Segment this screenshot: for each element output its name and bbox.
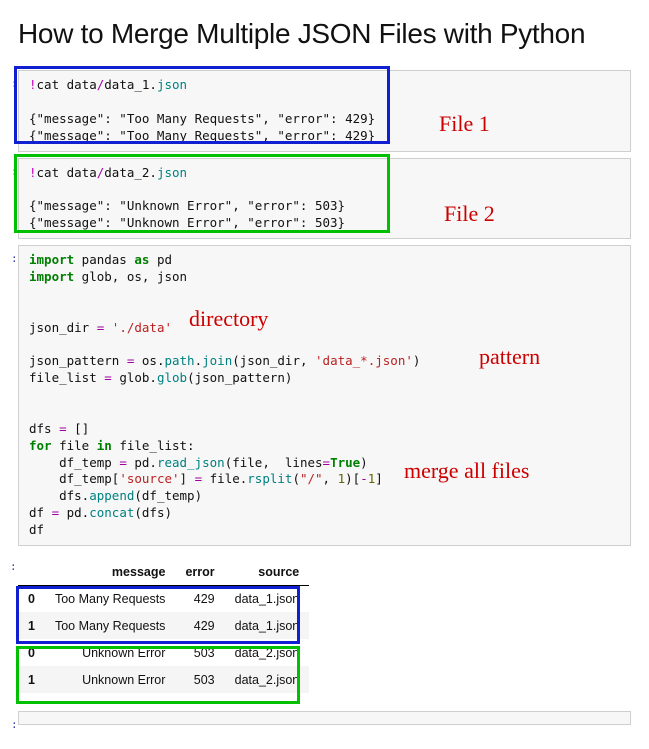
table-header-row: message error source — [18, 558, 309, 585]
code-line-cat1: !cat data/data_1.json {"message": "Too M… — [29, 77, 620, 145]
table-row: 1 Too Many Requests 429 data_1.json — [18, 612, 309, 639]
table-row: 1 Unknown Error 503 data_2.json — [18, 666, 309, 693]
empty-cell — [18, 711, 631, 725]
code-cell-cat-file1: !cat data/data_1.json {"message": "Too M… — [18, 70, 631, 152]
dataframe-table: message error source 0 Too Many Requests… — [18, 558, 309, 693]
col-message: message — [45, 558, 175, 585]
page-title: How to Merge Multiple JSON Files with Py… — [18, 18, 631, 50]
code-cell-main: import pandas as pd import glob, os, jso… — [18, 245, 631, 546]
output-dataframe: message error source 0 Too Many Requests… — [18, 558, 631, 693]
table-row: 0 Unknown Error 503 data_2.json — [18, 639, 309, 666]
table-row: 0 Too Many Requests 429 data_1.json — [18, 585, 309, 612]
code-line-cat2: !cat data/data_2.json {"message": "Unkno… — [29, 165, 620, 233]
col-blank — [18, 558, 45, 585]
code-cell-cat-file2: !cat data/data_2.json {"message": "Unkno… — [18, 158, 631, 240]
code-main: import pandas as pd import glob, os, jso… — [29, 252, 620, 539]
col-error: error — [175, 558, 224, 585]
col-source: source — [225, 558, 310, 585]
